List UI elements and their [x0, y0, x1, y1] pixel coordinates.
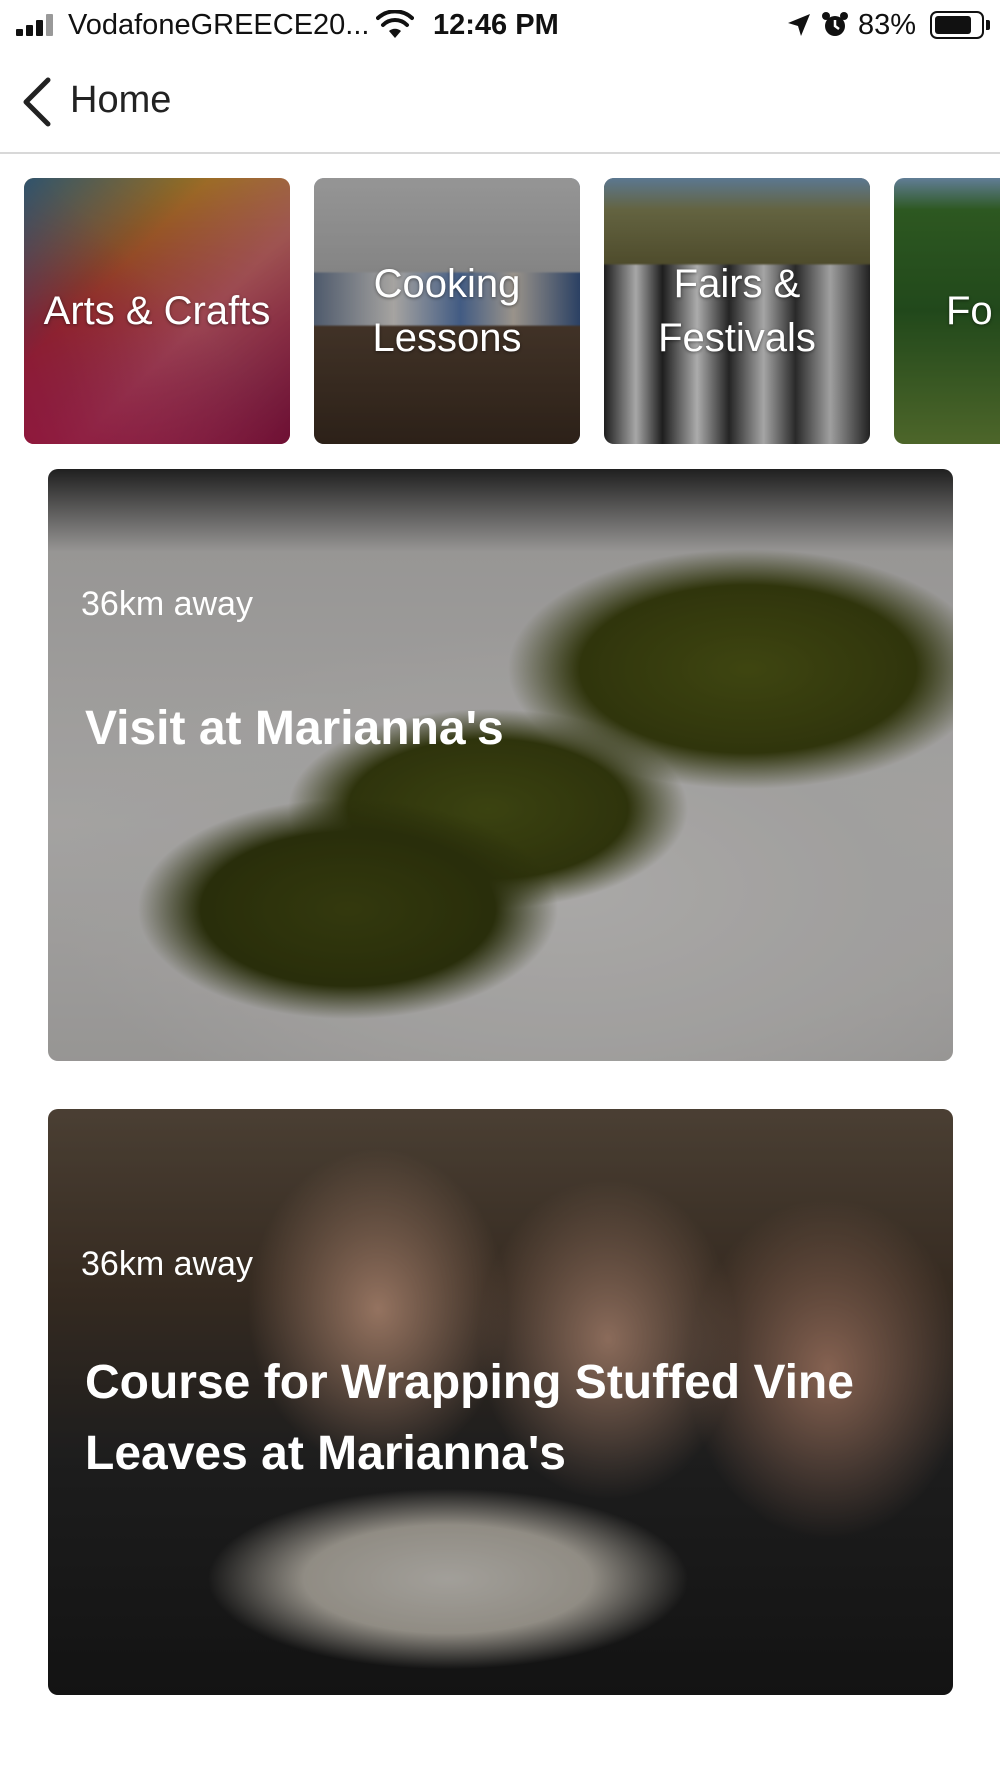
nav-bar: Home	[0, 52, 1000, 154]
battery-icon	[930, 11, 984, 39]
category-arts-crafts[interactable]: Arts & Crafts	[24, 178, 290, 444]
category-cooking-lessons[interactable]: Cooking Lessons	[314, 178, 580, 444]
category-fairs-festivals[interactable]: Fairs & Festivals	[604, 178, 870, 444]
image-overlay	[48, 469, 953, 1061]
status-time: 12:46 PM	[433, 9, 559, 41]
alarm-icon	[822, 12, 848, 36]
location-arrow-icon	[788, 14, 810, 36]
experience-card[interactable]: 36km away Visit at Marianna's	[48, 469, 953, 1061]
distance-label: 36km away	[81, 585, 253, 623]
category-food[interactable]: Fo	[894, 178, 1000, 444]
carrier-name: VodafoneGREECE20...	[68, 9, 370, 41]
chevron-left-icon[interactable]	[18, 74, 58, 130]
signal-icon	[16, 14, 56, 36]
battery-percent: 83%	[858, 9, 917, 41]
wifi-icon	[376, 10, 414, 38]
experience-title: Course for Wrapping Stuffed Vine Leaves …	[85, 1356, 854, 1481]
category-label: Cooking Lessons	[372, 262, 522, 360]
battery-tip	[986, 20, 990, 30]
status-bar: VodafoneGREECE20... 12:46 PM 83%	[0, 0, 1000, 52]
back-button-label[interactable]: Home	[70, 79, 171, 122]
category-label: Arts & Crafts	[43, 289, 271, 333]
category-label: Fairs & Festivals	[658, 262, 816, 360]
category-carousel[interactable]: Arts & Crafts Cooking Lessons Fairs & Fe…	[0, 178, 1000, 446]
distance-label: 36km away	[81, 1245, 253, 1283]
experience-card[interactable]: 36km away Course for Wrapping Stuffed Vi…	[48, 1109, 953, 1695]
category-label: Fo	[946, 289, 993, 333]
experience-title: Visit at Marianna's	[85, 702, 504, 755]
